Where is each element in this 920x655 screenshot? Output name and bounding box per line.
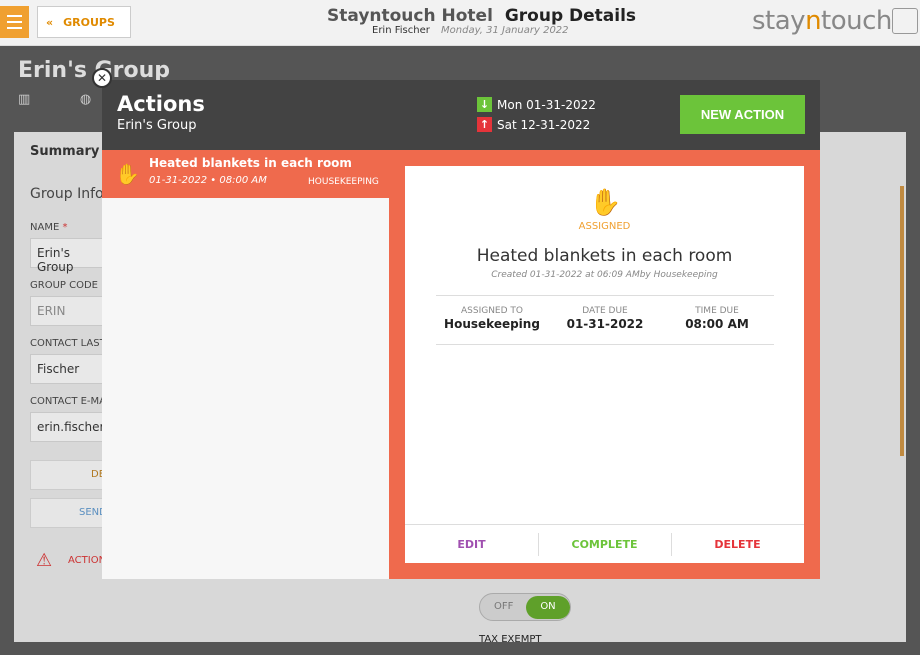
list-item[interactable]: ✋ Heated blankets in each room 01-31-202… [102, 150, 389, 198]
top-bar: « GROUPS Stayntouch Hotel Group Details … [0, 0, 920, 46]
hand-icon: ✋ [115, 162, 140, 186]
complete-button[interactable]: COMPLETE [538, 525, 671, 563]
warning-icon: ⚠ [36, 550, 53, 571]
menu-icon[interactable] [0, 6, 29, 38]
hand-icon: ✋ [589, 188, 622, 218]
groups-back-label: GROUPS [63, 15, 115, 29]
arrival-date: ↓ Mon 01-31-2022 [477, 97, 596, 112]
arrow-down-icon: ↓ [477, 97, 492, 112]
hotel-title: Stayntouch Hotel Group Details [327, 6, 636, 26]
group-code-field[interactable]: ERIN [30, 296, 110, 326]
hotel-name: Stayntouch Hotel [327, 6, 493, 26]
contact-last-field[interactable]: Fischer [30, 354, 110, 384]
edit-button[interactable]: EDIT [405, 525, 538, 563]
actions-modal: Actions Erin's Group ↓ Mon 01-31-2022 ↑ … [102, 80, 820, 579]
departure-date-text: Sat 12-31-2022 [497, 117, 591, 132]
modal-title: Actions [117, 92, 205, 116]
delete-button[interactable]: DELETE [671, 525, 804, 563]
business-date: Monday, 31 January 2022 [441, 25, 569, 36]
globe-icon: ◍ [79, 92, 92, 107]
name-label: NAME * [30, 222, 68, 233]
action-info-row: ASSIGNED TO Housekeeping DATE DUE 01-31-… [436, 295, 774, 345]
activity-icon[interactable] [892, 8, 918, 34]
contact-email-label: CONTACT E-MAI [30, 396, 109, 407]
arrow-up-icon: ↑ [477, 117, 492, 132]
double-chevron-left-icon: « [46, 15, 54, 29]
contact-email-field[interactable]: erin.fischer@ [30, 412, 116, 442]
modal-body: ✋ Heated blankets in each room 01-31-202… [102, 150, 820, 579]
new-action-button[interactable]: NEW ACTION [680, 95, 805, 134]
toggle-on-label: ON [526, 596, 570, 619]
user-name: Erin Fischer [372, 25, 430, 36]
toggle-off-label: OFF [494, 601, 514, 612]
time-due: TIME DUE 08:00 AM [685, 306, 749, 331]
page-title: Group Details [504, 6, 637, 26]
action-item-department: HOUSEKEEPING [308, 177, 379, 187]
close-icon[interactable]: ✕ [92, 68, 112, 88]
tax-exempt-label: TAX EXEMPT [479, 634, 542, 645]
tax-exempt-toggle[interactable]: OFF ON [479, 593, 571, 621]
contact-last-label: CONTACT LAST [30, 338, 106, 349]
tab-summary[interactable]: Summary [30, 144, 99, 159]
name-field[interactable]: Erin's Group [30, 238, 110, 274]
assigned-to: ASSIGNED TO Housekeeping [444, 306, 540, 331]
scrollbar[interactable] [900, 186, 904, 456]
date-due: DATE DUE 01-31-2022 [566, 306, 644, 331]
group-icons: ▥ ◍ [18, 92, 91, 107]
departure-date: ↑ Sat 12-31-2022 [477, 117, 590, 132]
group-code-label: GROUP CODE [30, 280, 98, 291]
header-subtitle: Erin Fischer Monday, 31 January 2022 [372, 25, 569, 36]
building-icon: ▥ [18, 92, 31, 107]
modal-subtitle: Erin's Group [117, 118, 197, 133]
created-info: Created 01-31-2022 at 06:09 AMby Houseke… [491, 270, 718, 280]
action-detail-card: ✋ ASSIGNED Heated blankets in each room … [405, 166, 804, 563]
groups-back-button[interactable]: « GROUPS [37, 6, 131, 38]
status-badge: ASSIGNED [578, 221, 631, 232]
action-title: Heated blankets in each room [476, 246, 733, 266]
action-buttons: EDIT COMPLETE DELETE [405, 524, 804, 563]
group-info-heading: Group Info [30, 186, 104, 202]
action-list [102, 198, 389, 579]
arrival-date-text: Mon 01-31-2022 [497, 97, 596, 112]
action-item-title: Heated blankets in each room [149, 156, 352, 170]
actions-label: ACTION [68, 555, 107, 566]
action-item-datetime: 01-31-2022 • 08:00 AM [149, 175, 267, 186]
brand-logo: stayntouch [752, 6, 892, 36]
